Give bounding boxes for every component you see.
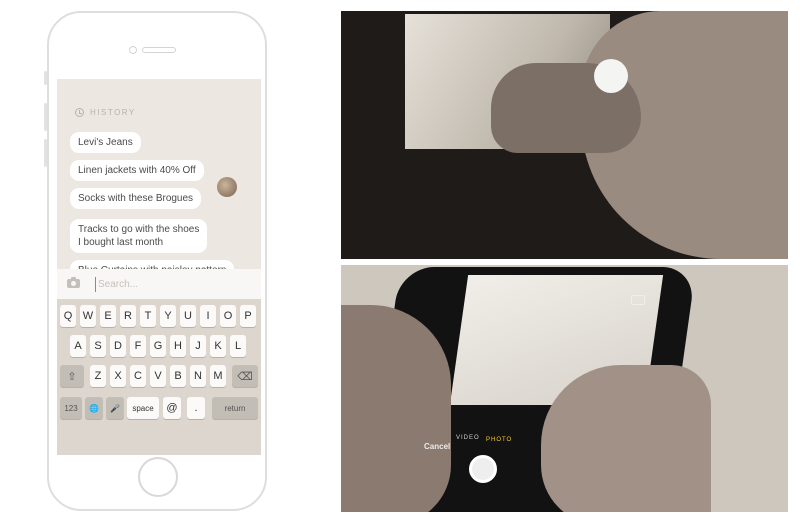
avatar — [217, 177, 237, 197]
cancel-label: Cancel — [424, 442, 451, 451]
app-screen: HISTORY Levi's Jeans Linen jackets with … — [57, 79, 261, 455]
key-c[interactable]: C — [130, 365, 146, 387]
shutter-button — [469, 455, 497, 483]
key-e[interactable]: E — [100, 305, 116, 327]
key-u[interactable]: U — [180, 305, 196, 327]
clock-icon — [75, 108, 84, 117]
at-key[interactable]: @ — [163, 397, 181, 419]
left-hand — [341, 305, 451, 512]
key-b[interactable]: B — [170, 365, 186, 387]
photo-phone-camera-bottom: Cancel VIDEO PHOTO — [341, 265, 788, 512]
key-i[interactable]: I — [200, 305, 216, 327]
key-j[interactable]: J — [190, 335, 206, 357]
key-r[interactable]: R — [120, 305, 136, 327]
numbers-key[interactable]: 123 — [60, 397, 82, 419]
shift-key[interactable]: ⇧ — [60, 365, 84, 387]
text-cursor — [95, 277, 96, 292]
home-button[interactable] — [138, 457, 178, 497]
history-item[interactable]: Levi's Jeans — [70, 132, 141, 153]
mic-key[interactable]: 🎤 — [106, 397, 124, 419]
delete-key[interactable]: ⌫ — [232, 365, 258, 387]
keyboard: Q W E R T Y U I O P A S D F G H J K L ⇧ … — [57, 299, 261, 455]
globe-key[interactable]: 🌐 — [85, 397, 103, 419]
shutter-button — [594, 59, 628, 93]
key-f[interactable]: F — [130, 335, 146, 357]
photo-phone-camera-top — [341, 11, 788, 259]
history-item[interactable]: Linen jackets with 40% Off — [70, 160, 204, 181]
earpiece — [142, 47, 176, 53]
key-t[interactable]: T — [140, 305, 156, 327]
space-key[interactable]: space — [127, 397, 159, 419]
key-d[interactable]: D — [110, 335, 126, 357]
flip-camera-icon — [631, 295, 645, 305]
history-label: HISTORY — [90, 108, 136, 117]
key-h[interactable]: H — [170, 335, 186, 357]
volume-up-button — [44, 103, 47, 131]
key-p[interactable]: P — [240, 305, 256, 327]
history-item-multiline[interactable]: Tracks to go with the shoes I bought las… — [70, 219, 208, 253]
dot-key[interactable]: . — [187, 397, 205, 419]
right-hand — [541, 365, 711, 512]
key-v[interactable]: V — [150, 365, 166, 387]
key-s[interactable]: S — [90, 335, 106, 357]
key-l[interactable]: L — [230, 335, 246, 357]
search-bar — [57, 269, 261, 299]
key-g[interactable]: G — [150, 335, 166, 357]
key-a[interactable]: A — [70, 335, 86, 357]
phone-mockup: HISTORY Levi's Jeans Linen jackets with … — [44, 11, 267, 511]
photo-mode-label: PHOTO — [486, 437, 513, 443]
key-n[interactable]: N — [190, 365, 206, 387]
history-item-line: Tracks to go with the shoes — [78, 224, 200, 235]
front-camera — [129, 46, 137, 54]
volume-down-button — [44, 139, 47, 167]
history-item-line: I bought last month — [78, 237, 164, 248]
key-w[interactable]: W — [80, 305, 96, 327]
key-o[interactable]: O — [220, 305, 236, 327]
search-input[interactable] — [98, 276, 248, 292]
history-item[interactable]: Socks with these Brogues — [70, 188, 202, 209]
key-m[interactable]: M — [210, 365, 226, 387]
history-header: HISTORY — [75, 108, 136, 117]
key-y[interactable]: Y — [160, 305, 176, 327]
key-z[interactable]: Z — [90, 365, 106, 387]
key-k[interactable]: K — [210, 335, 226, 357]
key-q[interactable]: Q — [60, 305, 76, 327]
mute-switch — [44, 71, 47, 85]
key-x[interactable]: X — [110, 365, 126, 387]
camera-icon[interactable] — [67, 277, 80, 288]
return-key[interactable]: return — [212, 397, 258, 419]
video-mode-label: VIDEO — [456, 435, 480, 441]
